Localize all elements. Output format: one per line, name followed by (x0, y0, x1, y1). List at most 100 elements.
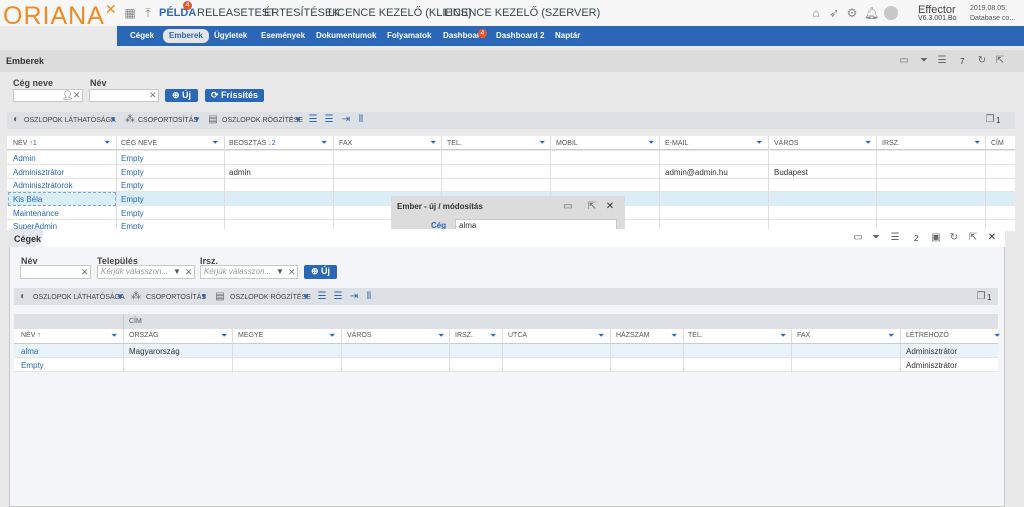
table-row[interactable] (7, 178, 1015, 192)
nav-cegek[interactable]: Cégek (130, 31, 154, 45)
filter-icon[interactable]: ⏷ (918, 56, 930, 66)
col-header-cim[interactable]: CÍM (991, 137, 1004, 151)
list-icon[interactable]: ☰ (316, 292, 328, 302)
nav-ugyletek[interactable]: Ügyletek (214, 31, 247, 45)
close-icon[interactable]: ✕ (986, 233, 998, 243)
clear-icon[interactable]: ✕ (81, 267, 89, 278)
popout-icon[interactable]: ⇱ (586, 202, 598, 212)
filter-icon[interactable]: ⏷ (221, 331, 227, 341)
close-icon[interactable]: ✕ (604, 202, 616, 212)
arrow-up-icon[interactable]: ⤒ (142, 7, 154, 19)
table-row[interactable] (7, 165, 1015, 179)
chevron-down-icon[interactable]: ▼ (116, 292, 124, 301)
chevron-down-icon[interactable]: ▼ (109, 115, 117, 124)
filter-icon[interactable]: ⏷ (321, 138, 327, 148)
filter-icon[interactable]: ⏷ (104, 138, 110, 148)
filter-icon[interactable]: ⏷ (865, 138, 871, 148)
col-header-utca[interactable]: UTCA (508, 329, 527, 343)
popout-icon[interactable]: ⇱ (994, 56, 1006, 66)
archive-icon[interactable]: ▭ (852, 233, 864, 243)
chevron-down-icon[interactable]: ▼ (173, 267, 181, 276)
filter-icon[interactable]: ⏷ (111, 331, 117, 341)
filter-icon[interactable]: ⏷ (490, 331, 496, 341)
filter-icon[interactable]: ⏷ (780, 331, 786, 341)
col-header-tel[interactable]: TEL. (447, 137, 462, 151)
filter-icon[interactable]: ⏷ (212, 138, 218, 148)
col-header-fax[interactable]: FAX (797, 329, 810, 343)
avatar[interactable] (884, 6, 898, 20)
filter-icon[interactable]: ⏷ (539, 138, 545, 148)
col-header-fax[interactable]: FAX (339, 137, 352, 151)
menu-pelda[interactable]: PÉLDA (159, 7, 196, 19)
col-header-ceg-neve[interactable]: CÉG NEVE (121, 137, 157, 151)
grouping-label[interactable]: CSOPORTOSÍTÁS (146, 294, 206, 301)
copy-icon[interactable]: ❐ (975, 292, 987, 302)
clear-icon[interactable]: ✕ (149, 90, 157, 101)
cell-name[interactable]: Adminisztrátor (13, 166, 64, 179)
columns-icon[interactable]: ⦀ (363, 292, 375, 302)
cell-company[interactable]: Empty (121, 166, 144, 179)
refresh-button[interactable]: ⟳ Frissítés (205, 89, 264, 102)
home-icon[interactable]: ⌂ (810, 7, 822, 19)
cell-company[interactable]: Empty (121, 193, 144, 206)
chevron-down-icon[interactable]: ▼ (302, 292, 310, 301)
grid-icon[interactable]: ▦ (124, 7, 136, 19)
clear-icon[interactable]: ✕ (185, 267, 193, 278)
visibility-label[interactable]: OSZLOPOK LÁTHATÓSÁGA (33, 294, 125, 301)
menu-licence-szerver[interactable]: LICENCE KEZELŐ (SZERVER) (444, 7, 600, 19)
clear-icon[interactable]: ✕ (288, 267, 296, 278)
clear-icon[interactable]: ✕ (73, 90, 81, 101)
gear-icon[interactable]: ⚙ (846, 7, 858, 19)
chevron-down-icon[interactable]: ▼ (294, 115, 302, 124)
filter-icon[interactable]: ⏷ (870, 233, 882, 243)
columns-icon[interactable]: ⇥ (348, 292, 360, 302)
new-button[interactable]: ⊕ Új (165, 89, 198, 102)
nav-naptar[interactable]: Naptár (555, 31, 580, 45)
person-icon[interactable]: 👤︎ (62, 90, 73, 101)
refresh-icon[interactable]: ↻ (948, 233, 960, 243)
list-icon[interactable]: ☰ (936, 56, 948, 66)
list-icon[interactable]: ☰ (332, 292, 344, 302)
filter-icon[interactable]: ⏷ (888, 331, 894, 341)
archive-icon[interactable]: ▭ (562, 202, 574, 212)
cell-name[interactable]: Maintenance (13, 207, 59, 220)
copy-icon[interactable]: ❐ (984, 115, 996, 125)
nav-dashboard-2[interactable]: Dashboard 2 (496, 31, 544, 45)
cell-name[interactable]: alma (21, 345, 38, 358)
fix-label[interactable]: OSZLOPOK RÖGZÍTÉSE (230, 294, 311, 301)
archive-icon[interactable]: ▭ (898, 56, 910, 66)
id-card-icon[interactable]: ▣ (930, 233, 942, 243)
cell-company[interactable]: Empty (121, 207, 144, 220)
refresh-icon[interactable]: ↻ (976, 56, 988, 66)
cell-company[interactable]: Empty (121, 179, 144, 192)
cell-name[interactable]: Kis Béla (13, 193, 42, 206)
cegek-new-button[interactable]: ⊕ Új (304, 265, 337, 279)
col-header-irsz[interactable]: IRSZ. (455, 329, 473, 343)
columns-icon[interactable]: ⇥ (340, 115, 352, 125)
col-header-varos[interactable]: VÁROS (347, 329, 372, 343)
list-icon[interactable]: ☰ (307, 115, 319, 125)
col-header-nev[interactable]: NÉV ↑ (21, 329, 41, 343)
filter-icon[interactable]: ⏷ (329, 331, 335, 341)
col-header-tel[interactable]: TEL. (688, 329, 703, 343)
filter-icon[interactable]: ⏷ (994, 331, 1000, 341)
columns-icon[interactable]: ⦀ (355, 115, 367, 125)
chevron-down-icon[interactable]: ▼ (200, 292, 208, 301)
filter-icon[interactable]: ⏷ (756, 138, 762, 148)
table-row[interactable] (14, 358, 998, 372)
nav-esemenyek[interactable]: Események (261, 31, 305, 45)
chevron-down-icon[interactable]: ▼ (276, 267, 284, 276)
col-header-beosztas[interactable]: BEOSZTÁS ↓2 (229, 137, 276, 151)
filter-icon[interactable]: ⏷ (430, 138, 436, 148)
cell-company[interactable]: Empty (121, 152, 144, 165)
visibility-label[interactable]: OSZLOPOK LÁTHATÓSÁGA (24, 117, 116, 124)
list-icon[interactable]: ☰ (889, 233, 901, 243)
fix-label[interactable]: OSZLOPOK RÖGZÍTÉSE (222, 117, 303, 124)
bell-icon[interactable]: 🔔︎ (864, 7, 879, 19)
filter-icon[interactable]: ⏷ (438, 331, 444, 341)
cell-name[interactable]: Adminisztrátorok (13, 179, 73, 192)
nav-folyamatok[interactable]: Folyamatok (387, 31, 431, 45)
col-header-megye[interactable]: MEGYE (238, 329, 263, 343)
list-icon[interactable]: ☰ (323, 115, 335, 125)
chevron-down-icon[interactable]: ▼ (193, 115, 201, 124)
